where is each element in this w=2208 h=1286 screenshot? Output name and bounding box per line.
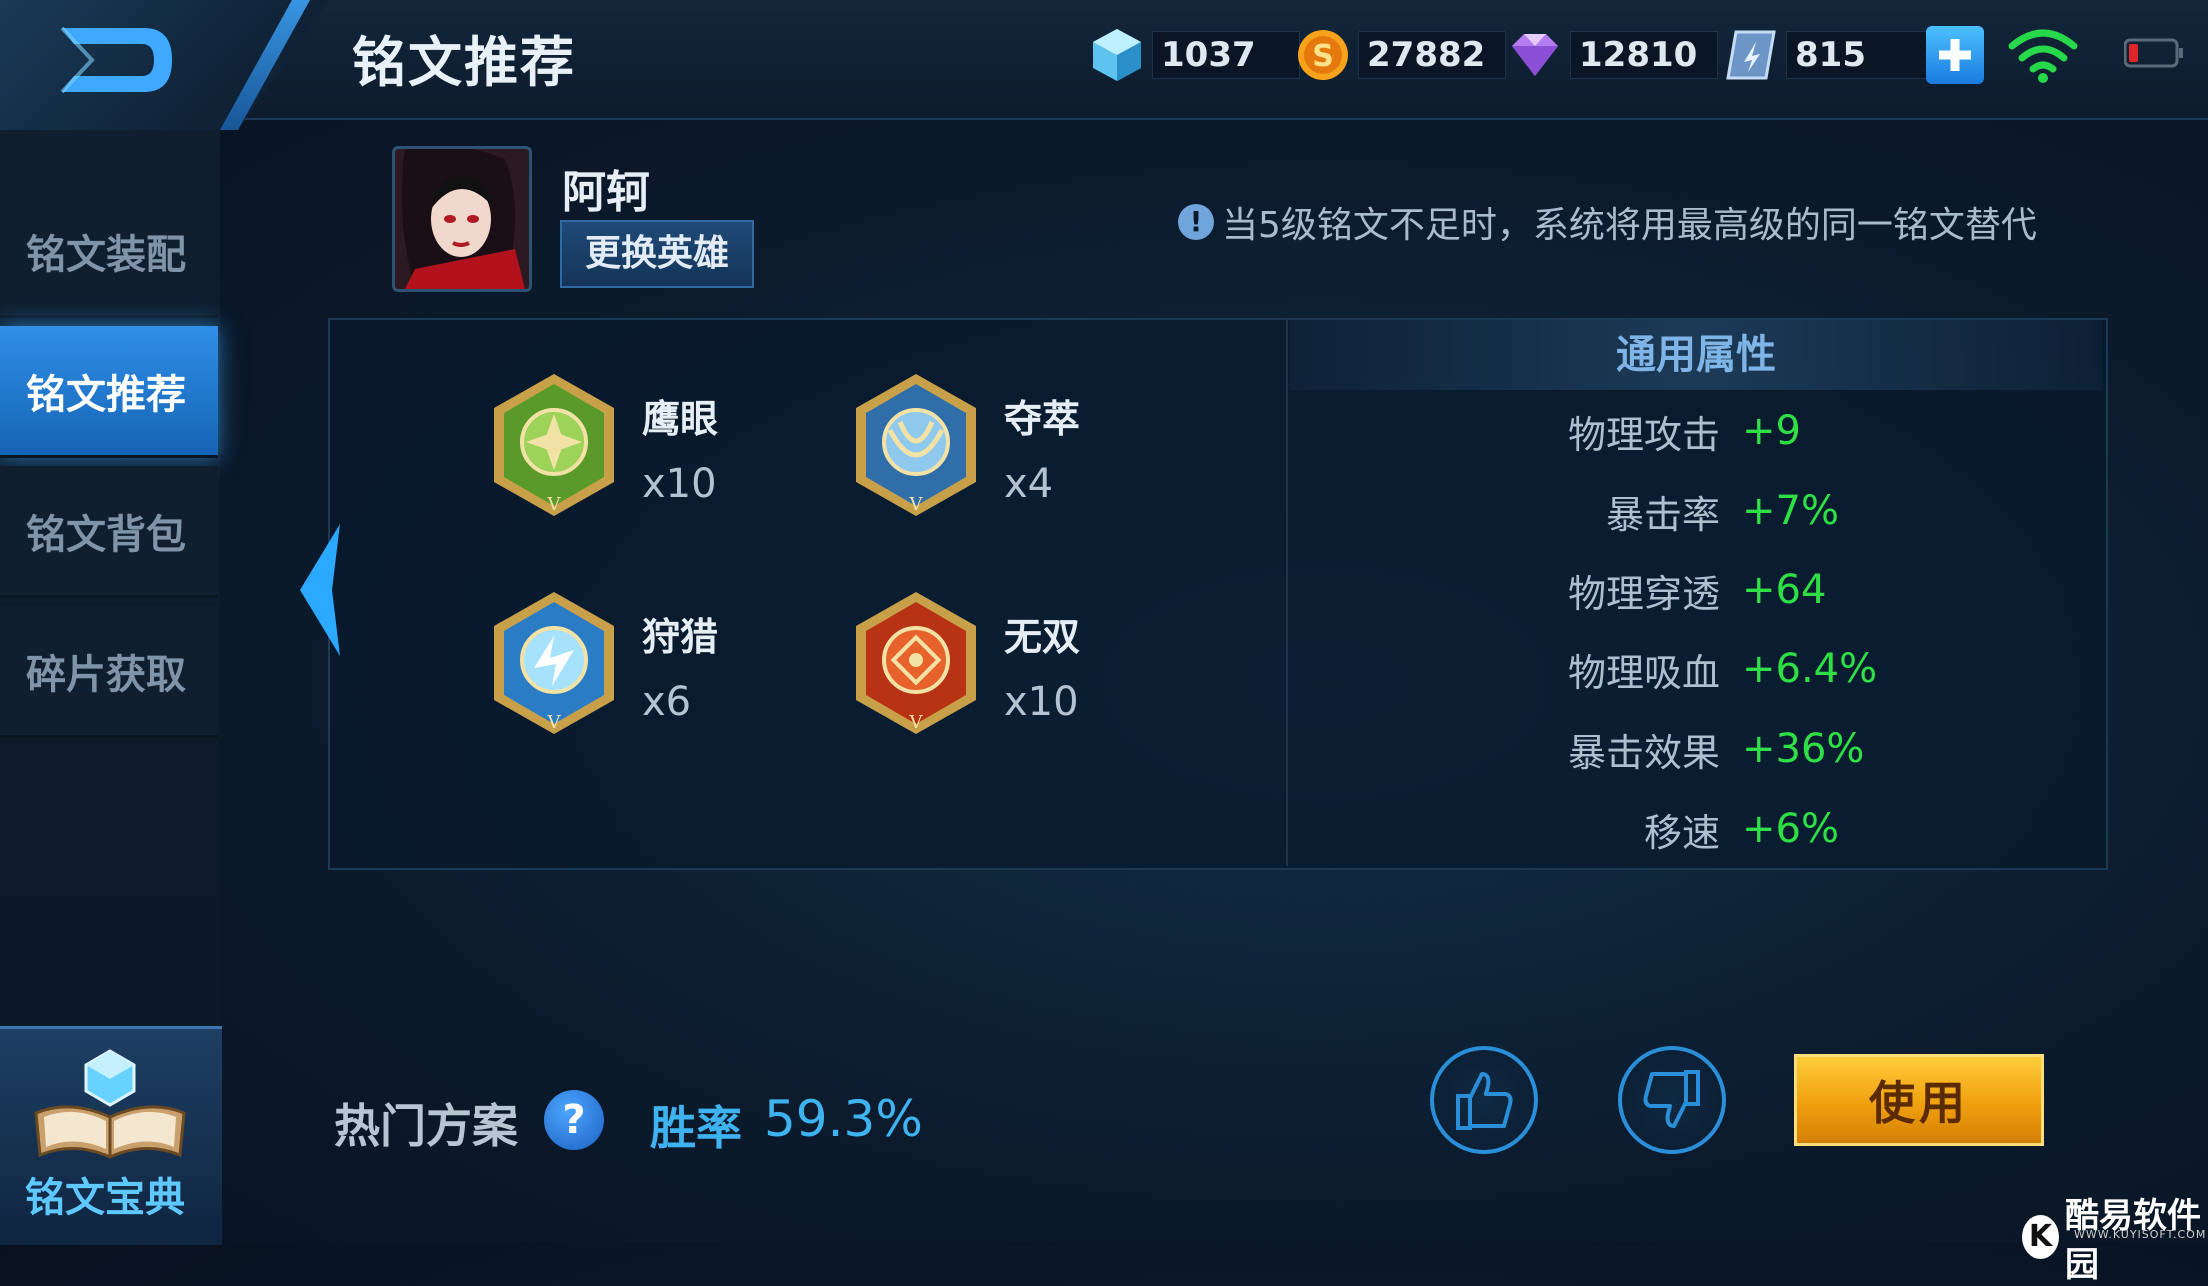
stat-row: 物理攻击 +9 <box>1290 396 2102 466</box>
stat-name: 暴击率 <box>1605 492 1720 537</box>
page-title: 铭文推荐 <box>352 31 576 94</box>
hunt-rune-icon: V <box>494 592 614 734</box>
eagle-eye-rune-icon: V <box>494 374 614 516</box>
svg-text:V: V <box>547 494 562 515</box>
sidebar-item-rune-bag[interactable]: 铭文背包 <box>0 466 218 598</box>
gold-coin-icon: S <box>1298 30 1348 80</box>
rune-slot[interactable]: V 鹰眼 x10 <box>488 370 718 520</box>
rune-slot[interactable]: V 夺萃 x4 <box>850 370 1080 520</box>
rune-codex-button[interactable]: 铭文宝典 <box>0 1026 222 1245</box>
back-arrow-icon[interactable] <box>52 20 182 100</box>
diamond-icon <box>1512 34 1558 76</box>
rune-slot[interactable]: V 无双 x10 <box>850 588 1080 738</box>
info-icon: ! <box>1178 204 1214 240</box>
stat-value: +9 <box>1742 408 1801 454</box>
rune-count: x6 <box>642 679 692 725</box>
rune-count: x4 <box>1004 461 1054 507</box>
dislike-button[interactable] <box>1618 1046 1726 1154</box>
stat-value: +7% <box>1742 488 1839 534</box>
rune-slot[interactable]: V 狩猎 x6 <box>488 588 718 738</box>
voucher-counter[interactable]: 815 <box>1722 26 1934 84</box>
book-icon <box>34 1049 186 1159</box>
stat-name: 物理穿透 <box>1567 571 1720 616</box>
watermark-url: WWW.KUYISOFT.COM <box>2074 1228 2207 1241</box>
svg-text:V: V <box>909 494 924 515</box>
sidebar-item-rune-recommend[interactable]: 铭文推荐 <box>0 326 218 458</box>
prev-page-arrow-icon[interactable] <box>292 520 348 660</box>
stat-row: 暴击率 +7% <box>1290 476 2102 546</box>
general-attributes-header: 通用属性 <box>1290 320 2102 390</box>
thumbs-up-icon <box>1456 1072 1513 1130</box>
gold-value: 27882 <box>1358 31 1506 79</box>
rune-count: x10 <box>642 461 717 507</box>
sidebar-item-rune-equip[interactable]: 铭文装配 <box>0 186 218 318</box>
hero-avatar[interactable] <box>392 146 532 292</box>
help-question-icon[interactable]: ? <box>544 1090 604 1150</box>
stat-row: 暴击效果 +36% <box>1290 714 2102 784</box>
peerless-rune-icon: V <box>856 592 976 734</box>
hero-name: 阿轲 <box>562 167 650 218</box>
thumbs-down-icon <box>1643 1070 1700 1128</box>
stat-name: 暴击效果 <box>1567 730 1720 775</box>
crystal-value: 1037 <box>1152 31 1300 79</box>
stat-row: 物理吸血 +6.4% <box>1290 634 2102 704</box>
popular-plan-label: 热门方案 <box>334 1099 518 1153</box>
stat-row: 移速 +6% <box>1290 794 2102 864</box>
rune-name: 无双 <box>1004 615 1081 659</box>
change-hero-button[interactable]: 更换英雄 <box>560 220 754 288</box>
rune-name: 夺萃 <box>1004 397 1081 441</box>
stat-value: +6.4% <box>1742 646 1878 692</box>
svg-text:V: V <box>909 712 924 733</box>
recharge-plus-button[interactable] <box>1926 26 1984 84</box>
plunder-rune-icon: V <box>856 374 976 516</box>
diamond-counter[interactable]: 12810 <box>1506 26 1718 84</box>
rune-codex-label: 铭文宝典 <box>25 1175 185 1221</box>
battery-icon <box>2124 38 2183 68</box>
watermark-logo: K <box>2022 1215 2060 1259</box>
hero-portrait-icon <box>395 149 529 289</box>
crystal-icon <box>1093 29 1141 81</box>
notice-text: 当5级铭文不足时，系统将用最高级的同一铭文替代 <box>1222 205 2037 246</box>
svg-text:V: V <box>547 712 562 733</box>
stat-name: 移速 <box>1643 810 1720 855</box>
watermark: K 酷易软件园 WWW.KUYISOFT.COM <box>2022 1188 2208 1286</box>
rune-name: 鹰眼 <box>642 397 719 441</box>
wifi-icon <box>2008 29 2078 83</box>
crystal-counter[interactable]: 1037 <box>1088 26 1300 84</box>
stat-value: +36% <box>1742 726 1865 772</box>
rune-name: 狩猎 <box>642 615 719 659</box>
stat-value: +6% <box>1742 806 1839 852</box>
like-button[interactable] <box>1430 1046 1538 1154</box>
winrate-value: 59.3% <box>764 1090 923 1148</box>
stat-name: 物理攻击 <box>1567 412 1720 457</box>
stat-value: +64 <box>1742 567 1827 613</box>
winrate-label: 胜率 <box>650 1101 742 1155</box>
rune-notice: ! 当5级铭文不足时，系统将用最高级的同一铭文替代 <box>1178 196 2037 248</box>
sidebar-item-fragment-obtain[interactable]: 碎片获取 <box>0 606 218 738</box>
rune-count: x10 <box>1004 679 1079 725</box>
stat-row: 物理穿透 +64 <box>1290 555 2102 625</box>
use-button[interactable]: 使用 <box>1794 1054 2044 1146</box>
stat-name: 物理吸血 <box>1567 650 1720 695</box>
gold-counter[interactable]: S 27882 <box>1294 26 1506 84</box>
svg-text:S: S <box>1312 39 1334 74</box>
voucher-value: 815 <box>1786 31 1934 79</box>
voucher-icon <box>1726 30 1776 80</box>
diamond-value: 12810 <box>1570 31 1718 79</box>
panel-divider <box>1286 318 1288 866</box>
